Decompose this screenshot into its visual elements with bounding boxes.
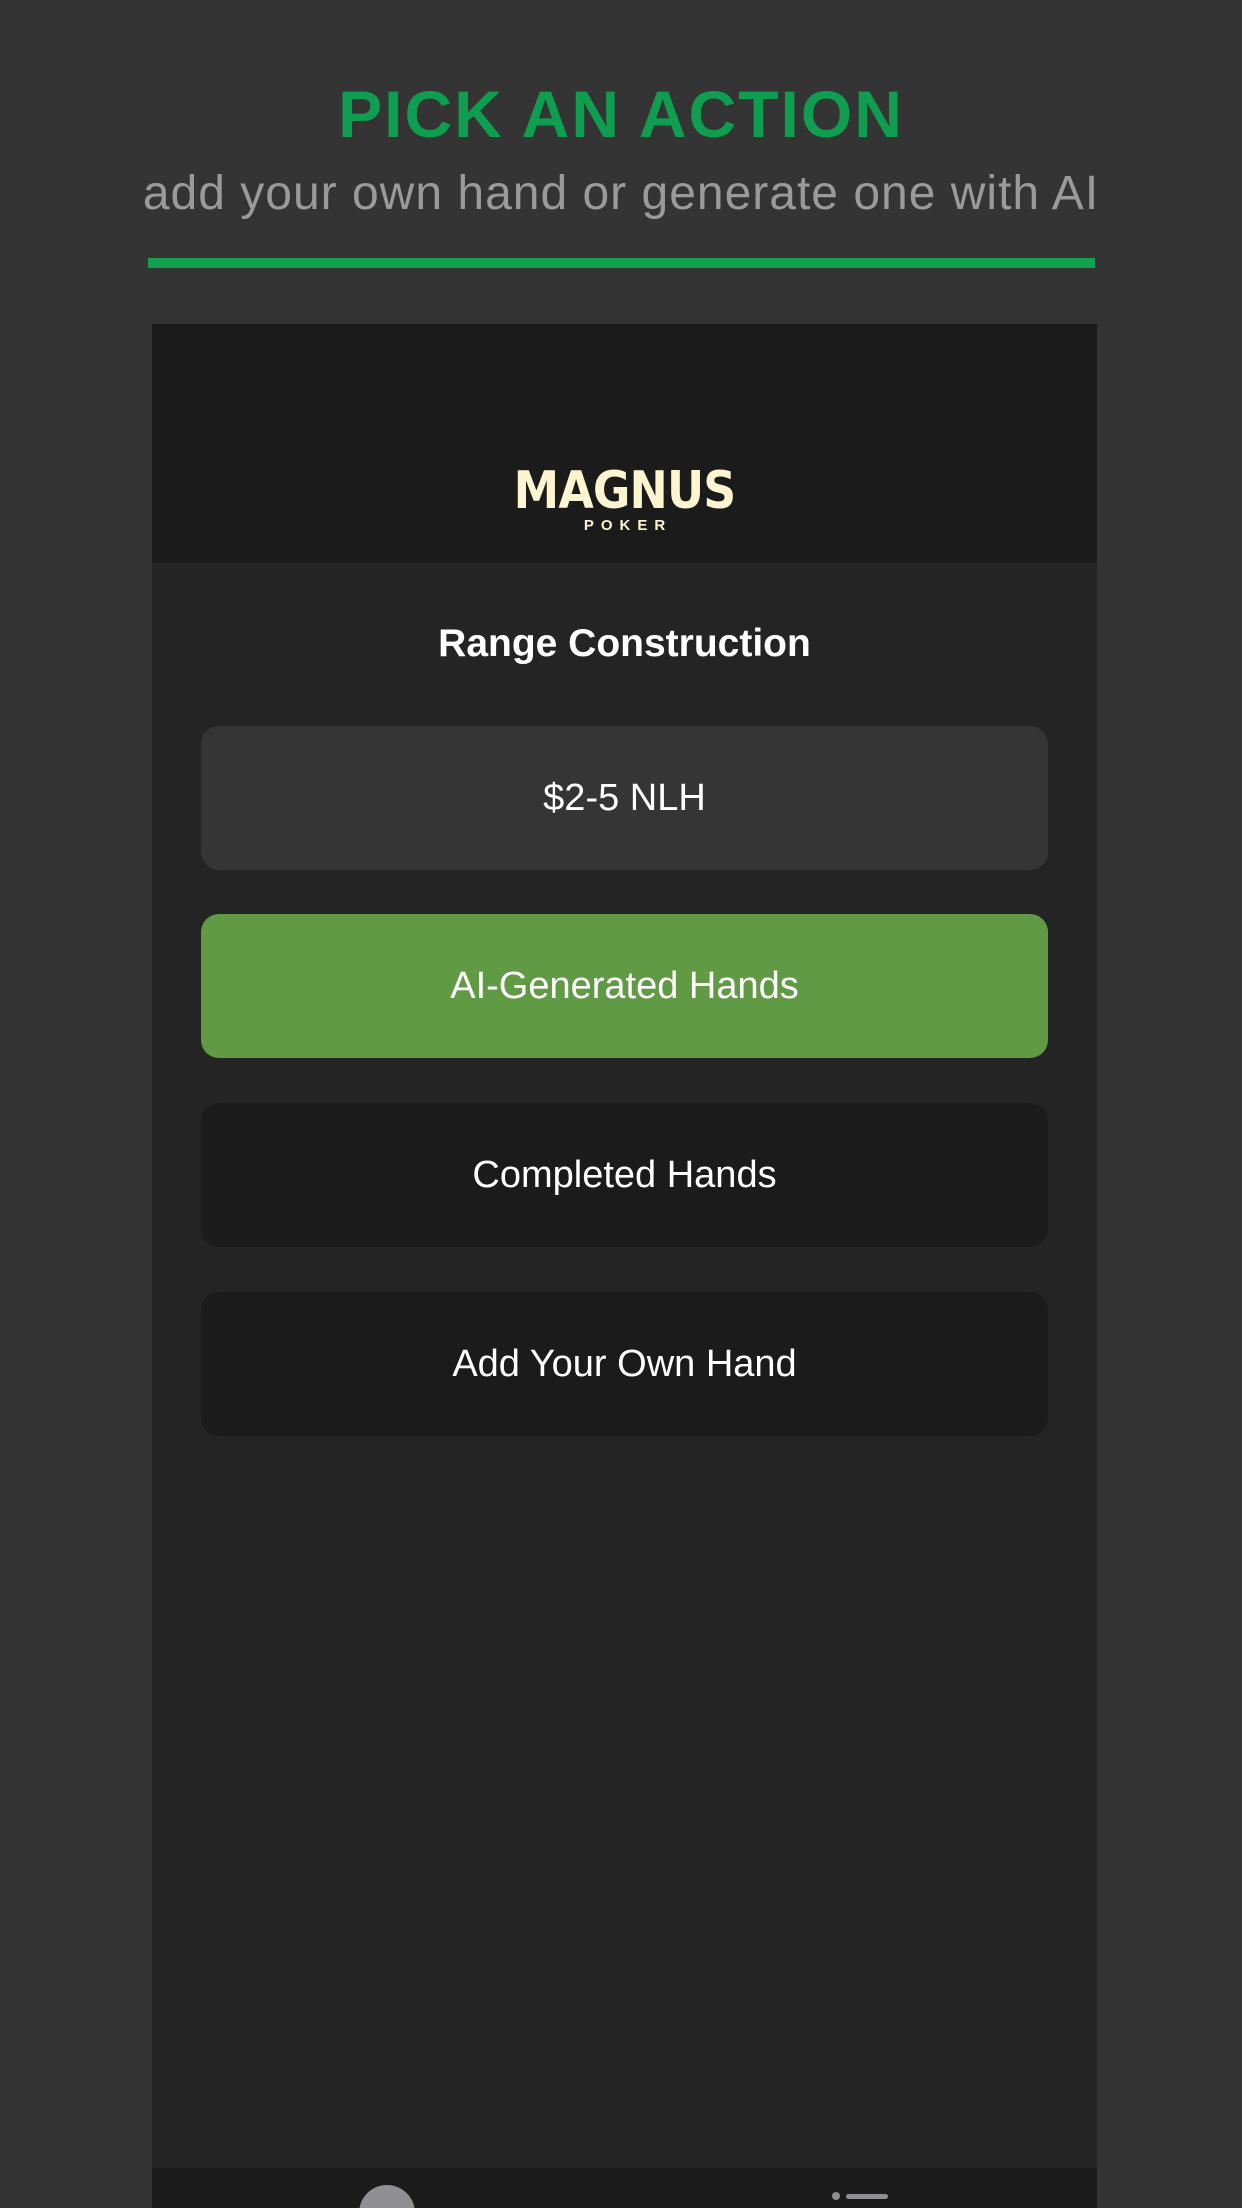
add-your-own-hand-label: Add Your Own Hand: [452, 1342, 797, 1385]
add-your-own-hand-button[interactable]: Add Your Own Hand: [201, 1292, 1048, 1436]
screen-title: Range Construction: [438, 622, 811, 665]
profile-icon[interactable]: [359, 2185, 415, 2208]
promo-subheadline: add your own hand or generate one with A…: [142, 167, 1100, 220]
logo-wordmark: MAGNUS: [513, 461, 737, 521]
menu-icon[interactable]: [832, 2192, 840, 2200]
app-header: MAGNUS POKER: [152, 324, 1097, 563]
promo-divider: [148, 258, 1095, 268]
completed-hands-label: Completed Hands: [472, 1153, 777, 1196]
bottom-nav-bar: [152, 2168, 1097, 2208]
completed-hands-button[interactable]: Completed Hands: [201, 1103, 1048, 1247]
menu-icon-bar[interactable]: [846, 2194, 888, 2199]
magnus-poker-logo: MAGNUS POKER: [152, 464, 1097, 536]
ai-generated-hands-button[interactable]: AI-Generated Hands: [201, 914, 1048, 1058]
phone-screen: MAGNUS POKER Range Construction $2-5 NLH…: [152, 324, 1097, 2208]
promo-headline: PICK AN ACTION: [338, 77, 904, 151]
stakes-button[interactable]: $2-5 NLH: [201, 726, 1048, 870]
ai-generated-hands-label: AI-Generated Hands: [450, 964, 799, 1007]
stakes-button-label: $2-5 NLH: [543, 776, 706, 819]
